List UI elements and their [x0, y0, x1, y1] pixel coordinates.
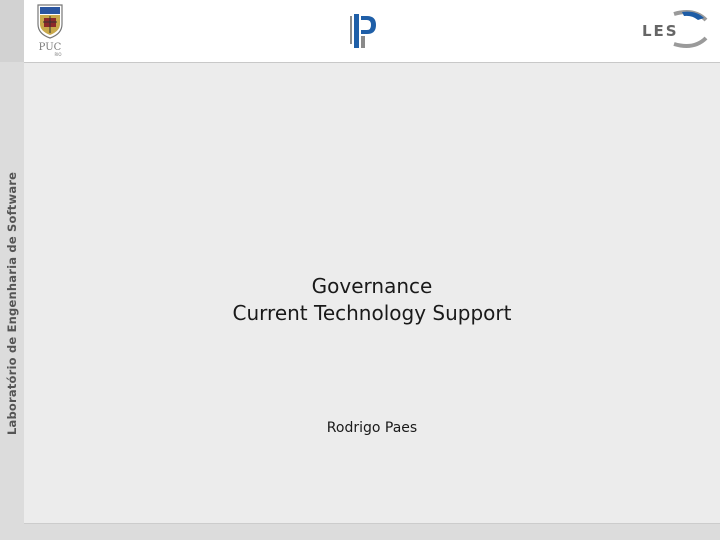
puc-logo-subtext: RIO [54, 52, 61, 57]
slide: Laboratório de Engenharia de Software PU… [0, 0, 720, 540]
ip-logo-icon [350, 14, 376, 48]
footer-strip [24, 523, 720, 540]
slide-content: Governance Current Technology Support Ro… [24, 63, 720, 523]
title-line-2: Current Technology Support [232, 301, 512, 325]
side-label: Laboratório de Engenharia de Software [5, 171, 19, 435]
les-logo-text: LES [642, 22, 679, 40]
puc-rio-logo-icon: PUC RIO [37, 4, 63, 57]
title-line-1: Governance [311, 274, 433, 298]
slide-title: Governance Current Technology Support [24, 273, 720, 327]
author-name: Rodrigo Paes [326, 420, 418, 436]
les-logo-icon: LES [642, 10, 708, 48]
side-band-top [0, 0, 24, 62]
